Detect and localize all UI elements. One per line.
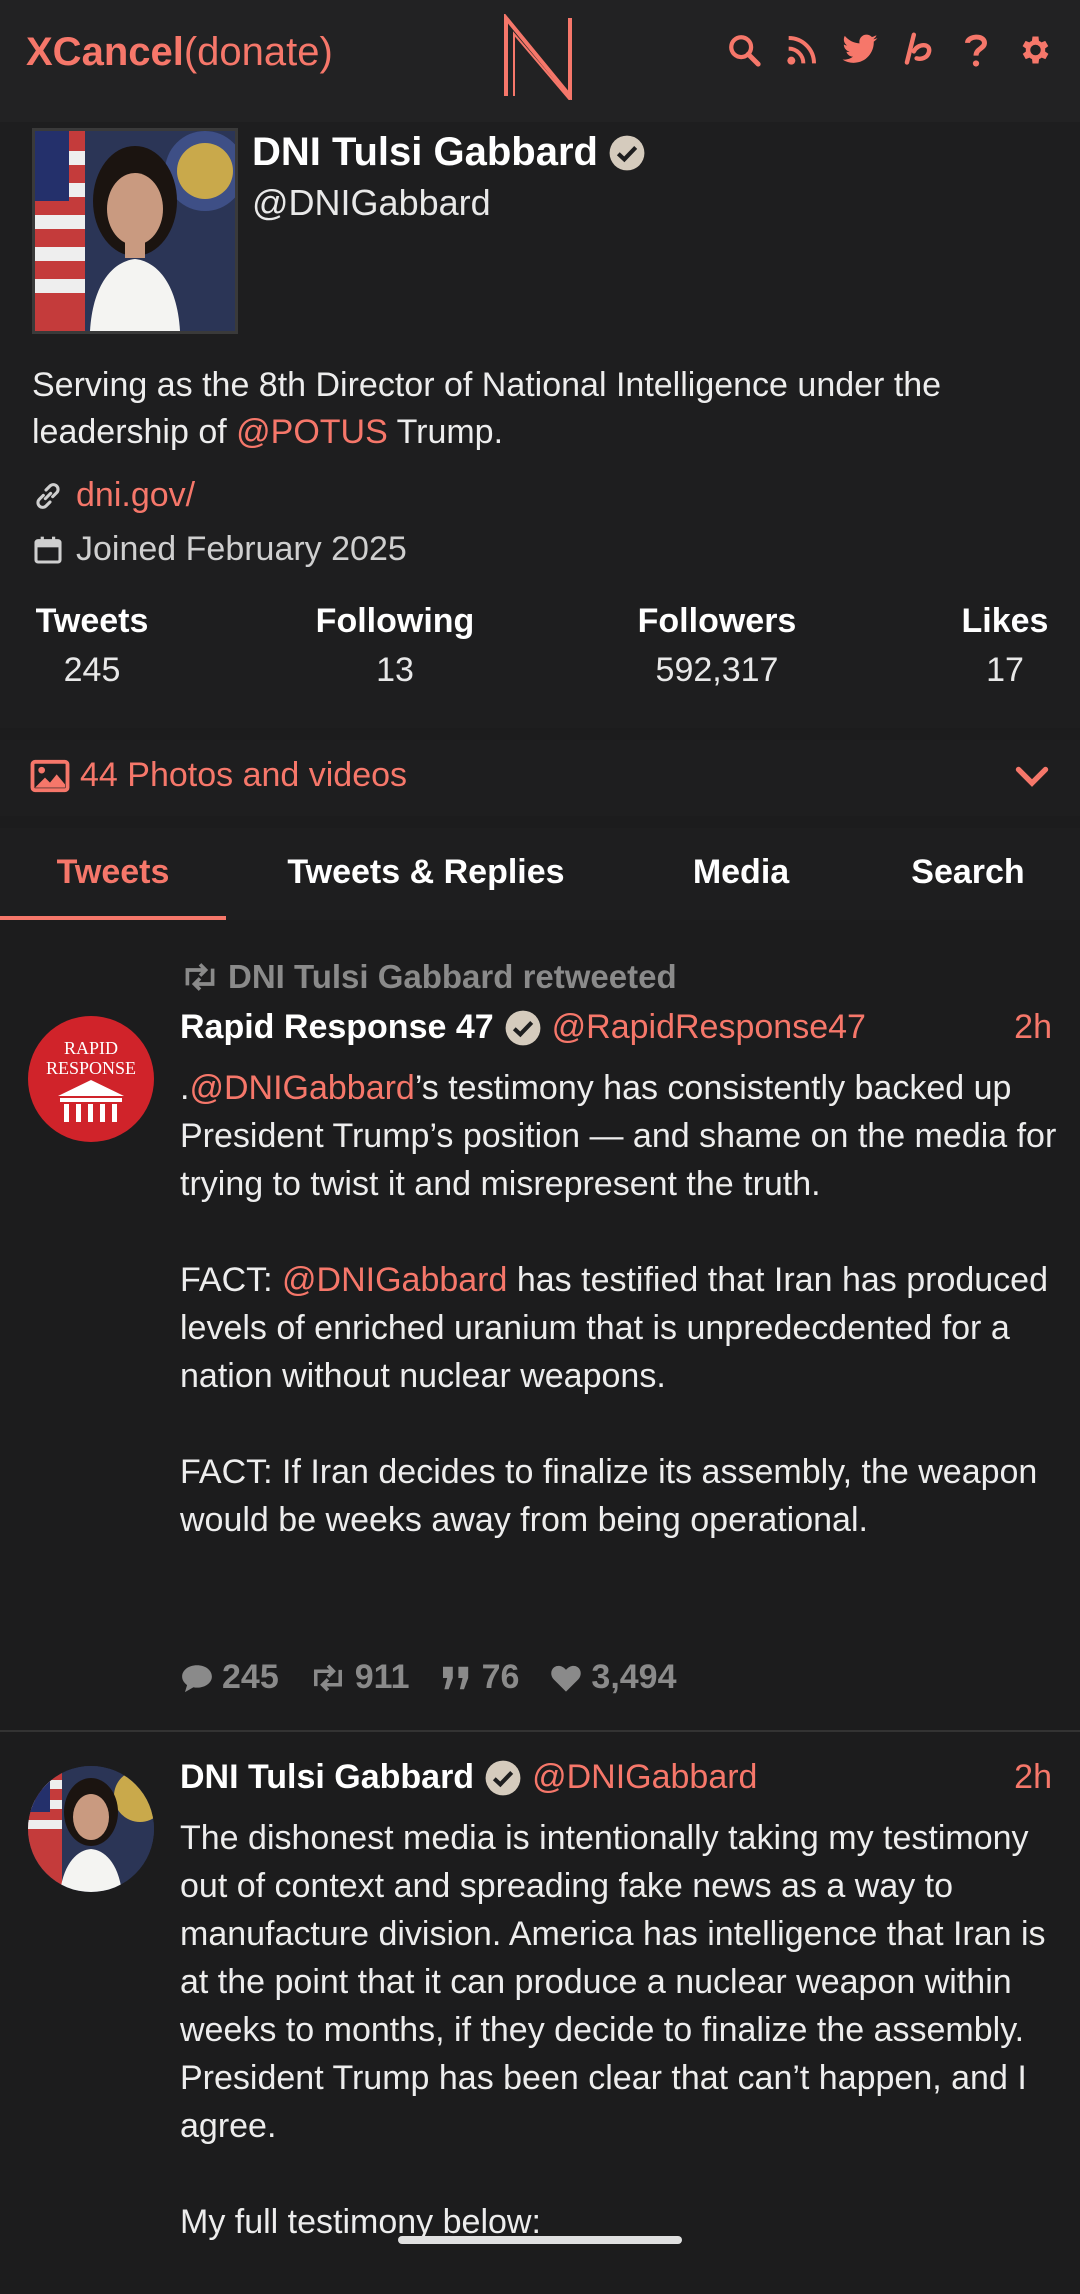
profile-name: DNI Tulsi Gabbard [252, 130, 646, 175]
tweet-author-name[interactable]: Rapid Response 47 [180, 1008, 494, 1047]
search-icon[interactable] [724, 30, 764, 70]
tweet-time[interactable]: 2h [1014, 1758, 1052, 1797]
reply-stat[interactable]: 245 [180, 1658, 279, 1697]
tweet-header: DNI Tulsi Gabbard @DNIGabbard [180, 1758, 757, 1797]
top-nav: XCancel(donate) [0, 0, 1080, 122]
brand-link[interactable]: XCancel(donate) [26, 30, 333, 75]
verified-badge-icon [609, 135, 645, 170]
retweet-icon [313, 1664, 342, 1691]
tab-tweets[interactable]: Tweets [0, 828, 226, 920]
tweet-time[interactable]: 2h [1014, 1008, 1052, 1047]
photos-label: 44 Photos and videos [30, 756, 407, 795]
stat-likes[interactable]: Likes 17 [950, 602, 1060, 690]
stat-followers[interactable]: Followers 592,317 [620, 602, 814, 690]
verified-badge-icon [505, 1010, 541, 1045]
avatar[interactable]: RAPID RESPONSE [28, 1016, 154, 1142]
avatar-text-2: RESPONSE [46, 1058, 136, 1078]
gear-icon[interactable] [1014, 30, 1054, 70]
profile-handle[interactable]: @DNIGabbard [252, 182, 491, 224]
quote-stat[interactable]: 76 [440, 1658, 519, 1697]
tab-tweets-replies[interactable]: Tweets & Replies [226, 828, 626, 920]
profile-bio: Serving as the 8th Director of National … [32, 366, 942, 451]
tweet-author-name[interactable]: DNI Tulsi Gabbard [180, 1758, 474, 1797]
retweet-stat[interactable]: 911 [309, 1658, 410, 1697]
tweet-content: The dishonest media is intentionally tak… [180, 1819, 1046, 2241]
photos-rail[interactable]: 44 Photos and videos [0, 740, 1080, 816]
website-link[interactable]: dni.gov/ [76, 476, 195, 515]
profile-website: dni.gov/ [32, 476, 195, 515]
stat-following[interactable]: Following 13 [300, 602, 490, 690]
timeline-item[interactable]: DNI Tulsi Gabbard retweeted RAPID RESPON… [0, 936, 1080, 1730]
tweet-stats: 245 911 76 3,494 [180, 1658, 677, 1697]
verified-badge-icon [485, 1760, 521, 1795]
tweet-header: Rapid Response 47 @RapidResponse47 [180, 1008, 866, 1047]
image-icon [30, 759, 70, 792]
tab-media[interactable]: Media [626, 828, 856, 920]
retweet-header: DNI Tulsi Gabbard retweeted [180, 958, 677, 996]
profile-avatar[interactable] [32, 128, 238, 334]
nitter-logo-icon[interactable] [500, 14, 576, 100]
mention-link[interactable]: @DNIGabbard [282, 1261, 507, 1299]
tweet-content: .@DNIGabbard’s testimony has consistentl… [180, 1069, 1057, 1539]
tweet-author-handle[interactable]: @RapidResponse47 [552, 1008, 866, 1047]
tweet-author-handle[interactable]: @DNIGabbard [532, 1758, 757, 1797]
timeline-item[interactable]: DNI Tulsi Gabbard @DNIGabbard 2h The dis… [0, 1732, 1080, 2273]
chevron-down-icon[interactable] [1014, 762, 1050, 792]
profile-card: DNI Tulsi Gabbard @DNIGabbard Serving as… [0, 122, 1080, 728]
like-stat[interactable]: 3,494 [549, 1658, 677, 1697]
profile-joined: Joined February 2025 [32, 530, 407, 569]
comment-icon [182, 1664, 212, 1692]
liberapay-icon[interactable] [898, 30, 938, 70]
mention-link[interactable]: @DNIGabbard [189, 1069, 414, 1107]
twitter-icon[interactable] [840, 30, 880, 70]
avatar[interactable] [28, 1766, 154, 1892]
nav-icons [724, 30, 1054, 70]
quote-icon [442, 1666, 468, 1689]
retweet-icon [185, 963, 215, 991]
help-icon[interactable] [956, 30, 996, 70]
calendar-icon [34, 536, 62, 564]
home-indicator[interactable] [398, 2236, 682, 2244]
tab-search[interactable]: Search [856, 828, 1080, 920]
mention-link[interactable]: @POTUS [236, 413, 388, 451]
timeline-tabs: Tweets Tweets & Replies Media Search [0, 828, 1080, 920]
heart-icon [551, 1665, 582, 1692]
link-icon [36, 482, 60, 509]
avatar-text-1: RAPID [64, 1038, 118, 1058]
stat-tweets[interactable]: Tweets 245 [32, 602, 152, 690]
rss-icon[interactable] [782, 30, 822, 70]
